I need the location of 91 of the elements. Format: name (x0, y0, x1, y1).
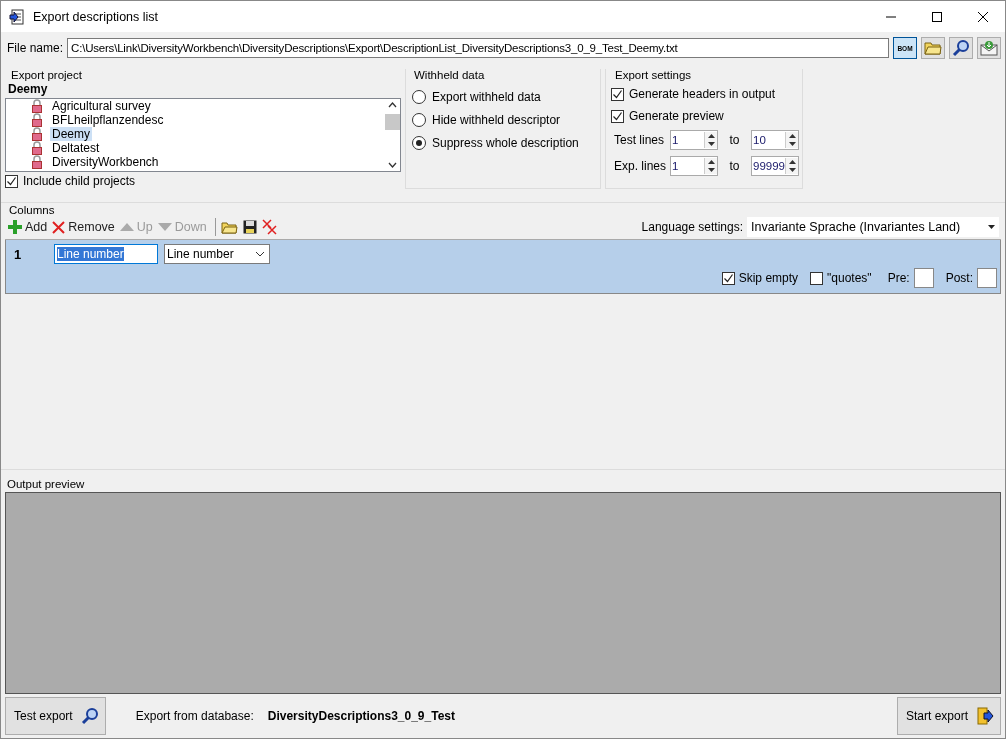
chevron-down-icon[interactable] (255, 251, 265, 257)
pre-label: Pre: (887, 271, 910, 285)
window-title: Export descriptions list (33, 9, 159, 24)
file-name-field[interactable]: C:\Users\Link\DiversityWorkbench\DiversityDescriptions\Export\DescriptionList_DiversityDescriptions3_0_9_Test_Deemy.txt (67, 38, 889, 58)
project-item[interactable]: Agricultural survey (50, 99, 153, 113)
file-name-label: File name: (7, 41, 64, 55)
group-title: Export project (10, 69, 83, 81)
project-item[interactable]: DiversityWorkbench (50, 155, 161, 169)
checkbox[interactable] (611, 87, 624, 101)
spin-up-icon[interactable] (788, 160, 796, 164)
radio-button[interactable] (412, 89, 426, 104)
range-label: Test lines (613, 133, 666, 147)
up-arrow-icon (119, 223, 134, 231)
to-label: to (728, 159, 741, 173)
spin-down-icon[interactable] (707, 142, 715, 146)
padlock-icon (32, 99, 42, 113)
current-project: Deemy (7, 82, 49, 96)
spin-field[interactable]: 10 (751, 130, 799, 150)
checkbox-label: Generate preview (629, 109, 724, 123)
dropdown-arrow-icon[interactable] (988, 225, 995, 229)
project-item[interactable]: Deemy (50, 127, 92, 141)
cross-icon (52, 220, 66, 234)
spin-field[interactable]: 1 (670, 156, 718, 176)
spin-up-icon[interactable] (707, 160, 715, 164)
checkbox[interactable] (611, 109, 624, 123)
language-label: Language settings: (641, 220, 743, 234)
double-cross-icon (261, 219, 277, 235)
spin-up-icon[interactable] (788, 134, 796, 138)
checkbox-label: Generate headers in output (629, 87, 776, 101)
group-title: Withheld data (413, 69, 486, 81)
project-item[interactable]: BFLheilpflanzendesc (50, 113, 166, 127)
start-export-button[interactable]: Start export (896, 697, 1001, 735)
source-dropdown[interactable]: Line number (164, 244, 270, 264)
group-title: Output preview (6, 478, 86, 490)
project-list[interactable]: Agricultural survey BFLheilpflanzendesc Deemy Deltatest DiversityWorkbench (5, 98, 401, 172)
close-icon[interactable] (977, 10, 989, 23)
folder-icon (924, 41, 942, 55)
checkbox[interactable] (810, 271, 824, 285)
group-title: Export settings (614, 69, 693, 81)
plus-icon (8, 220, 22, 234)
radio-button[interactable] (412, 112, 426, 127)
folder-icon (220, 220, 238, 234)
spin-up-icon[interactable] (707, 134, 715, 138)
exit-door-icon (976, 707, 994, 725)
save-icon (242, 220, 257, 234)
remove-button[interactable]: Remove (51, 217, 119, 237)
post-field[interactable] (977, 268, 997, 288)
padlock-icon (32, 113, 42, 127)
pre-field[interactable] (913, 268, 934, 288)
spin-field[interactable]: 1 (670, 130, 718, 150)
checkbox-label: "quotes" (827, 271, 872, 285)
search-button[interactable] (949, 37, 973, 59)
radio-button[interactable] (412, 135, 426, 150)
mail-button[interactable] (977, 37, 1001, 59)
range-label: Exp. lines (613, 159, 668, 173)
scroll-thumb[interactable] (385, 114, 400, 130)
spin-down-icon[interactable] (788, 168, 796, 172)
add-button[interactable]: Add (7, 217, 52, 237)
checkbox[interactable] (5, 174, 18, 188)
checkbox-label: Include child projects (23, 174, 136, 188)
spin-down-icon[interactable] (788, 142, 796, 146)
column-number: 1 (14, 246, 23, 262)
envelope-icon (980, 40, 998, 56)
padlock-icon (32, 141, 42, 155)
padlock-icon (32, 155, 42, 169)
project-item[interactable]: Deltatest (50, 141, 102, 155)
post-label: Post: (945, 271, 973, 285)
checkbox-label: Skip empty (738, 271, 799, 285)
scroll-down-icon[interactable] (388, 162, 397, 168)
scroll-up-icon[interactable] (388, 102, 397, 108)
folder-button[interactable] (921, 37, 945, 59)
database-name: DiversityDescriptions3_0_9_Test (267, 709, 455, 723)
padlock-icon (32, 127, 42, 141)
maximize-icon[interactable] (931, 10, 943, 23)
database-label: Export from database: (135, 709, 254, 723)
search-icon (952, 39, 970, 57)
language-dropdown[interactable]: Invariante Sprache (Invariantes Land) (747, 217, 999, 237)
group-title: Columns (8, 204, 56, 216)
spin-down-icon[interactable] (707, 168, 715, 172)
radio-label: Export withheld data (432, 89, 541, 104)
column-name-field[interactable]: Line number (54, 244, 158, 264)
down-arrow-icon (157, 223, 172, 231)
scrollbar[interactable] (385, 99, 400, 171)
to-label: to (728, 133, 741, 147)
radio-label: Suppress whole description (432, 135, 579, 150)
test-export-button[interactable]: Test export (5, 697, 106, 735)
radio-label: Hide withheld descriptor (432, 112, 561, 127)
checkbox[interactable] (721, 271, 735, 285)
magnifier-icon (80, 707, 99, 725)
app-icon (9, 8, 25, 25)
spin-field[interactable]: 99999 (751, 156, 799, 176)
